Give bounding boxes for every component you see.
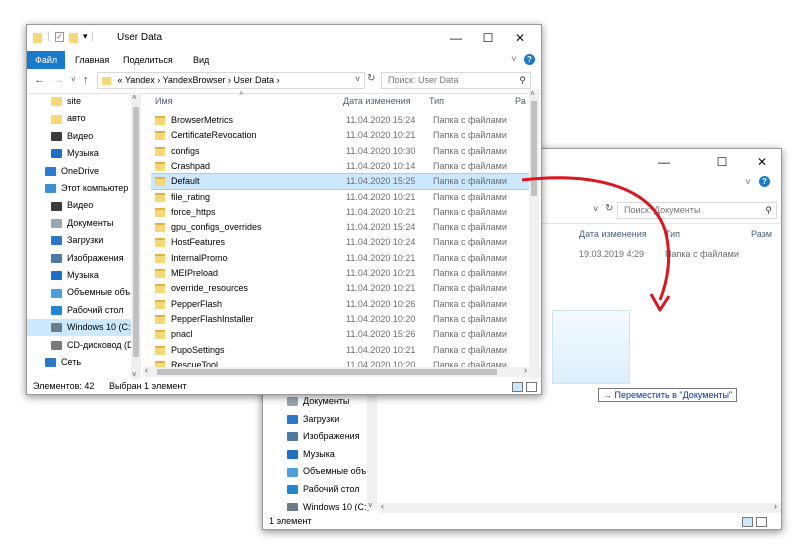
move-arrow	[521, 176, 671, 312]
arrow-path	[521, 176, 671, 301]
